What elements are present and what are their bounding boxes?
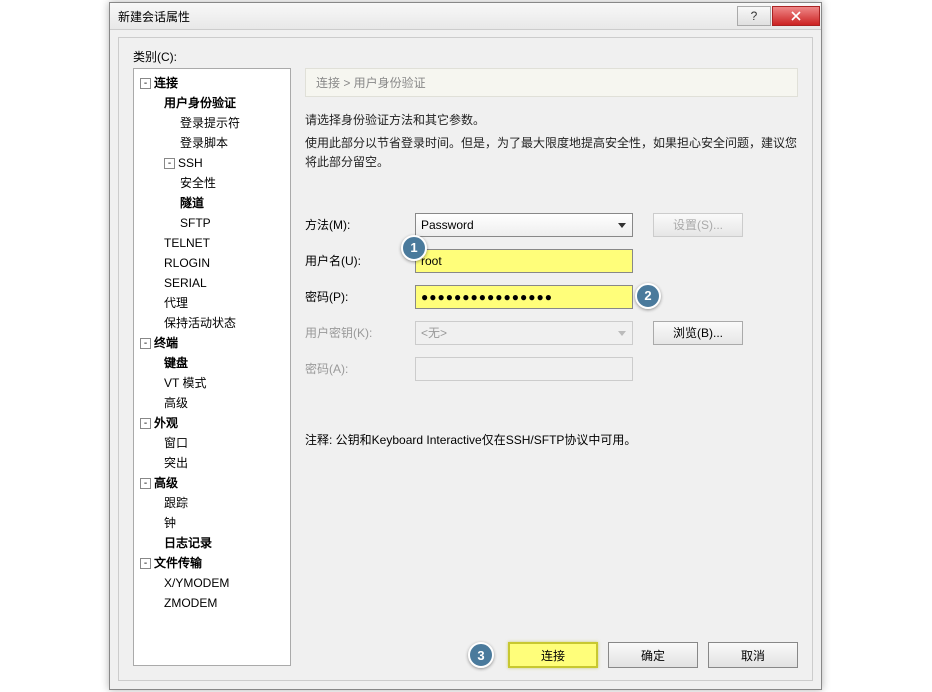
tree-item-highlight[interactable]: 突出 (134, 453, 290, 473)
tree-toggle-icon[interactable]: - (140, 338, 151, 349)
tree-item-logging[interactable]: 日志记录 (134, 533, 290, 553)
tree-item-login-prompt[interactable]: 登录提示符 (134, 113, 290, 133)
tree-item-ssh-security[interactable]: 安全性 (134, 173, 290, 193)
tree-item-serial[interactable]: SERIAL (134, 273, 290, 293)
session-properties-dialog: 新建会话属性 ? 类别(C): -连接 用户身份验证 登录提示符 登录脚本 -S… (109, 2, 822, 690)
tree-item-trace[interactable]: 跟踪 (134, 493, 290, 513)
tree-item-window[interactable]: 窗口 (134, 433, 290, 453)
tree-toggle-icon[interactable]: - (164, 158, 175, 169)
tree-item-ssh-sftp[interactable]: SFTP (134, 213, 290, 233)
tree-item-advanced[interactable]: 高级 (154, 476, 178, 490)
userkey-label: 用户密钥(K): (305, 324, 415, 341)
category-tree[interactable]: -连接 用户身份验证 登录提示符 登录脚本 -SSH 安全性 隧道 SFTP T… (133, 68, 291, 666)
tree-item-bell[interactable]: 钟 (134, 513, 290, 533)
tree-toggle-icon[interactable]: - (140, 478, 151, 489)
connect-button[interactable]: 连接 (508, 642, 598, 668)
tree-item-ssh[interactable]: SSH (178, 156, 203, 170)
tree-item-telnet[interactable]: TELNET (134, 233, 290, 253)
tree-item-ssh-tunnel[interactable]: 隧道 (134, 193, 290, 213)
tree-item-filetransfer[interactable]: 文件传输 (154, 556, 202, 570)
tree-toggle-icon[interactable]: - (140, 78, 151, 89)
annotation-2: 2 (635, 283, 661, 309)
breadcrumb: 连接 > 用户身份验证 (305, 68, 798, 97)
description-2: 使用此部分以节省登录时间。但是，为了最大限度地提高安全性，如果担心安全问题，建议… (305, 134, 798, 172)
password-label: 密码(P): (305, 288, 415, 305)
tree-item-connection[interactable]: 连接 (154, 76, 178, 90)
tree-item-zmodem[interactable]: ZMODEM (134, 593, 290, 613)
annotation-1: 1 (401, 235, 427, 261)
userkey-select: <无> (415, 321, 633, 345)
ok-button[interactable]: 确定 (608, 642, 698, 668)
tree-item-keyboard[interactable]: 键盘 (134, 353, 290, 373)
right-panel: 连接 > 用户身份验证 请选择身份验证方法和其它参数。 使用此部分以节省登录时间… (305, 68, 798, 630)
browse-button[interactable]: 浏览(B)... (653, 321, 743, 345)
tree-item-terminal-advanced[interactable]: 高级 (134, 393, 290, 413)
bottom-buttons: 3 连接 确定 取消 (468, 642, 798, 668)
tree-toggle-icon[interactable]: - (140, 418, 151, 429)
tree-item-rlogin[interactable]: RLOGIN (134, 253, 290, 273)
tree-item-xymodem[interactable]: X/YMODEM (134, 573, 290, 593)
tree-item-terminal[interactable]: 终端 (154, 336, 178, 350)
help-button[interactable]: ? (737, 6, 771, 26)
username-input[interactable] (415, 249, 633, 273)
close-button[interactable] (772, 6, 820, 26)
footnote: 注释: 公钥和Keyboard Interactive仅在SSH/SFTP协议中… (305, 431, 798, 448)
tree-toggle-icon[interactable]: - (140, 558, 151, 569)
method-label: 方法(M): (305, 216, 415, 233)
tree-item-proxy[interactable]: 代理 (134, 293, 290, 313)
passphrase-input (415, 357, 633, 381)
passphrase-label: 密码(A): (305, 360, 415, 377)
description-1: 请选择身份验证方法和其它参数。 (305, 111, 798, 130)
password-input[interactable] (415, 285, 633, 309)
tree-item-userauth[interactable]: 用户身份验证 (134, 93, 290, 113)
username-label: 用户名(U): (305, 252, 415, 269)
tree-item-vt[interactable]: VT 模式 (134, 373, 290, 393)
tree-item-appearance[interactable]: 外观 (154, 416, 178, 430)
category-label: 类别(C): (133, 48, 798, 65)
settings-button: 设置(S)... (653, 213, 743, 237)
method-select[interactable]: Password (415, 213, 633, 237)
annotation-3: 3 (468, 642, 494, 668)
window-title: 新建会话属性 (118, 8, 190, 25)
auth-form: 方法(M): Password 设置(S)... 用户名(U): 1 密码(P)… (305, 213, 798, 381)
tree-item-keepalive[interactable]: 保持活动状态 (134, 313, 290, 333)
titlebar: 新建会话属性 ? (110, 3, 821, 30)
dialog-body: 类别(C): -连接 用户身份验证 登录提示符 登录脚本 -SSH 安全性 隧道… (118, 37, 813, 681)
cancel-button[interactable]: 取消 (708, 642, 798, 668)
tree-item-login-script[interactable]: 登录脚本 (134, 133, 290, 153)
